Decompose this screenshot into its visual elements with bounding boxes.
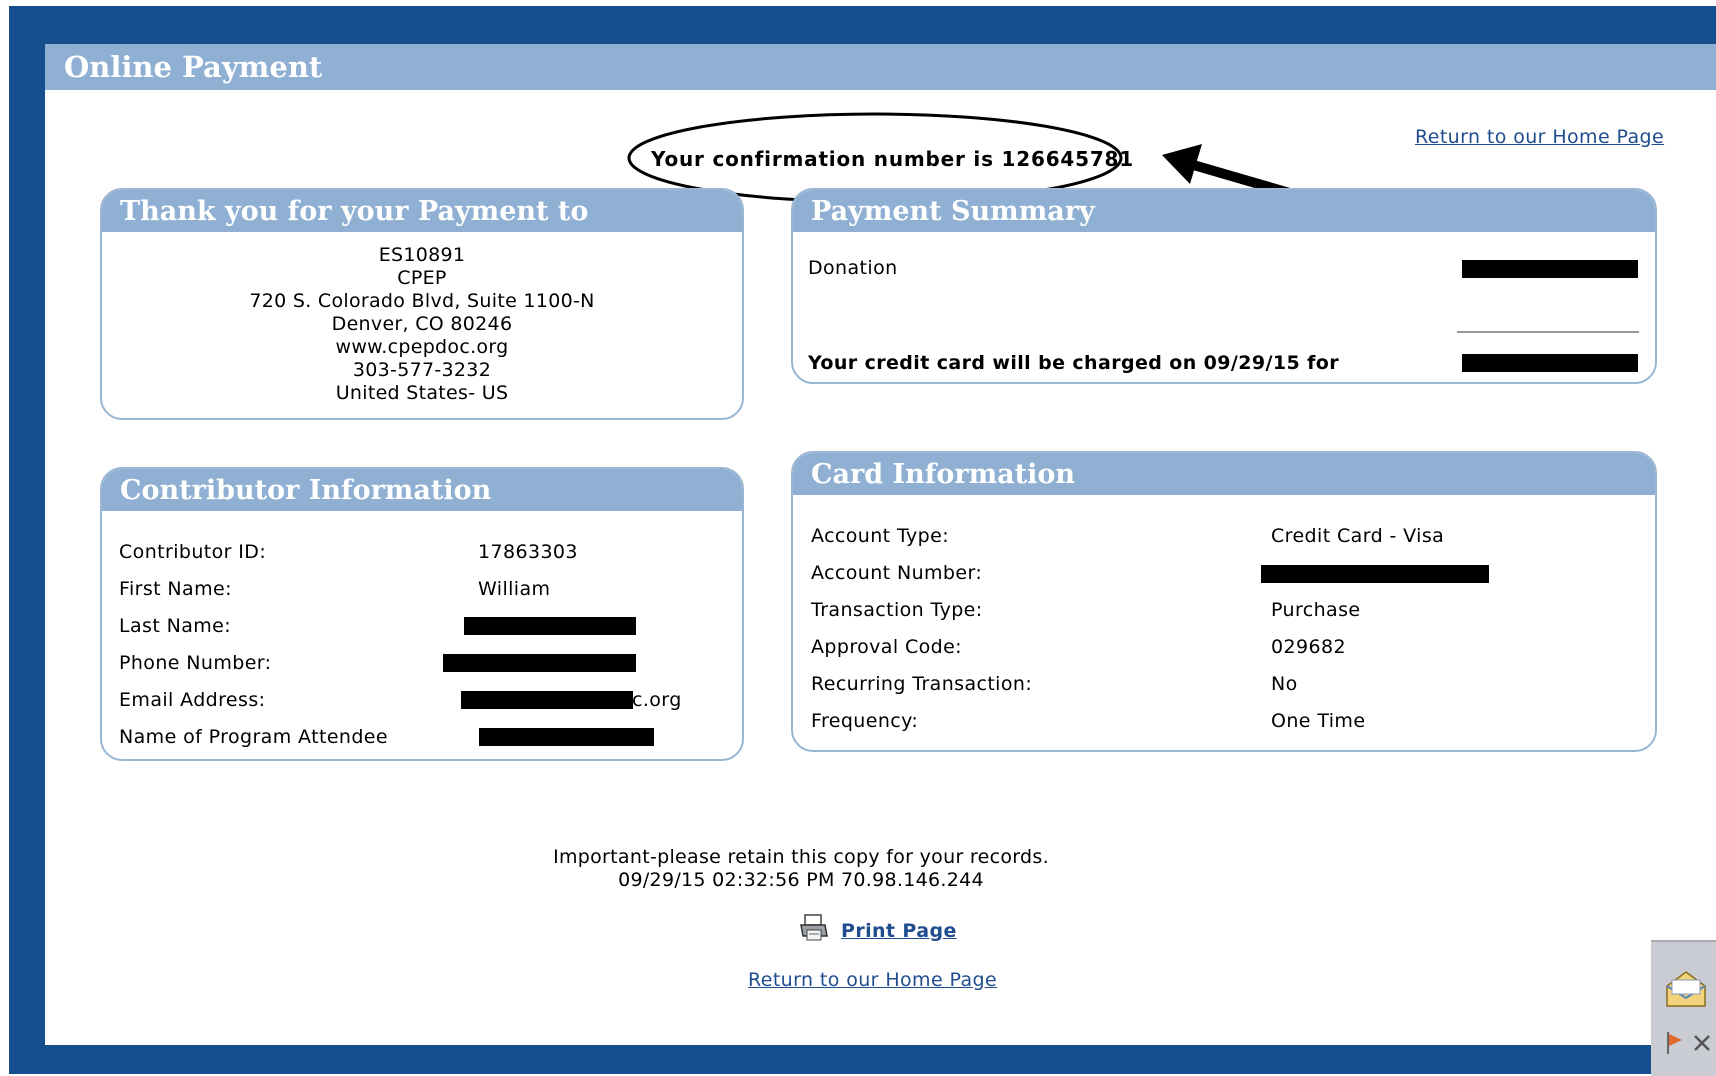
card-value: Credit Card - Visa [1271, 525, 1445, 547]
panel-title: Online Payment [64, 50, 323, 84]
payment-summary-box: Payment Summary Donation Your credit car… [791, 188, 1657, 384]
card-label: Account Number: [811, 562, 983, 584]
contributor-heading: Contributor Information [102, 469, 742, 511]
payee-box: Thank you for your Payment to ES10891 CP… [100, 188, 744, 420]
flag-icon[interactable] [1665, 1030, 1685, 1060]
card-value: No [1271, 673, 1298, 695]
card-label: Recurring Transaction: [811, 673, 1033, 695]
contributor-value: William [478, 578, 551, 600]
card-label: Account Type: [811, 525, 949, 547]
redacted-account-number [1261, 565, 1489, 583]
return-home-link-bottom[interactable]: Return to our Home Page [748, 969, 997, 991]
card-value: Purchase [1271, 599, 1361, 621]
card-info-box: Card Information Account Type: Credit Ca… [791, 451, 1657, 752]
contributor-label: Contributor ID: [119, 541, 267, 563]
redacted-attendee [479, 728, 654, 746]
summary-heading: Payment Summary [793, 190, 1655, 232]
payee-line: United States- US [335, 382, 509, 404]
printer-icon [799, 914, 829, 946]
card-label: Frequency: [811, 710, 919, 732]
retain-notice: Important-please retain this copy for yo… [553, 846, 1049, 868]
contributor-label: Email Address: [119, 689, 266, 711]
redacted-amount [1462, 260, 1638, 278]
payee-line: 303-577-3232 [352, 359, 492, 381]
payee-line: ES10891 [378, 244, 466, 266]
redacted-last-name [464, 617, 636, 635]
payee-line: www.cpepdoc.org [335, 336, 509, 358]
contributor-value: c.org [632, 689, 682, 711]
contributor-box: Contributor Information Contributor ID: … [100, 467, 744, 761]
summary-divider [1457, 331, 1639, 333]
payee-line: CPEP [397, 267, 447, 289]
payee-heading: Thank you for your Payment to [102, 190, 742, 232]
card-label: Transaction Type: [811, 599, 983, 621]
return-home-link-top[interactable]: Return to our Home Page [1415, 126, 1664, 148]
payee-line: Denver, CO 80246 [331, 313, 513, 335]
print-page-link[interactable]: Print Page [841, 920, 957, 942]
redacted-phone [443, 654, 636, 672]
donation-label: Donation [808, 257, 898, 279]
contributor-label: Name of Program Attendee [119, 726, 388, 748]
contributor-label: First Name: [119, 578, 232, 600]
envelope-icon[interactable] [1663, 966, 1709, 1014]
online-payment-panel: Online Payment Return to our Home Page Y… [45, 44, 1716, 1045]
card-label: Approval Code: [811, 636, 962, 658]
floating-widget[interactable] [1651, 940, 1716, 1076]
charge-text: Your credit card will be charged on 09/2… [808, 352, 1339, 374]
card-value: One Time [1271, 710, 1366, 732]
close-icon[interactable] [1693, 1034, 1711, 1056]
redacted-total [1462, 354, 1638, 372]
timestamp-ip: 09/29/15 02:32:56 PM 70.98.146.244 [618, 869, 984, 891]
contributor-value: 17863303 [478, 541, 578, 563]
card-heading: Card Information [793, 453, 1655, 495]
card-value: 029682 [1271, 636, 1346, 658]
panel-header: Online Payment [45, 44, 1716, 90]
contributor-label: Last Name: [119, 615, 232, 637]
redacted-email [461, 691, 633, 709]
contributor-label: Phone Number: [119, 652, 272, 674]
payee-line: 720 S. Colorado Blvd, Suite 1100-N [249, 290, 595, 312]
